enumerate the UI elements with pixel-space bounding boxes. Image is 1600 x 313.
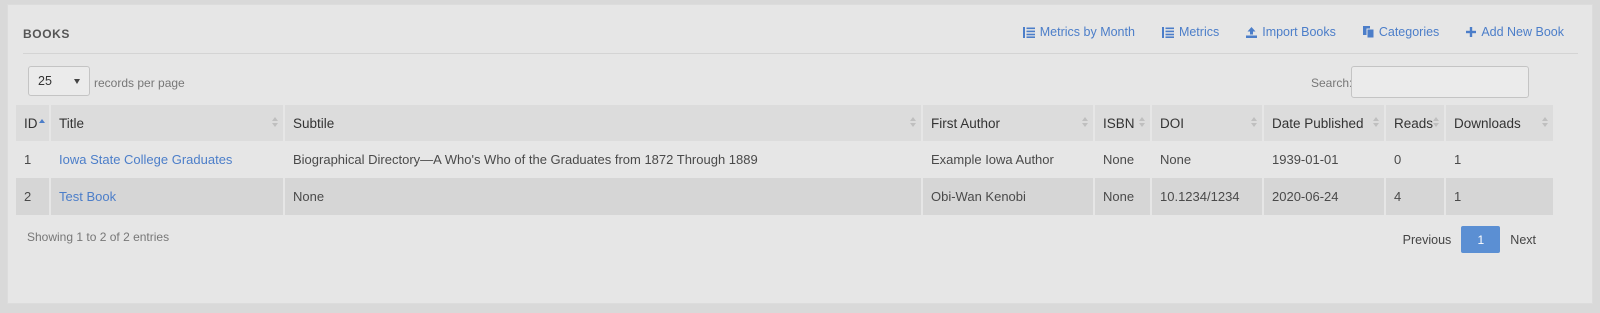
cell-downloads: 1 <box>1445 141 1553 178</box>
metrics-label: Metrics <box>1178 25 1220 39</box>
cell-reads: 0 <box>1385 141 1446 178</box>
page-title: BOOKS <box>23 27 71 41</box>
table-info: Showing 1 to 2 of 2 entries <box>27 230 170 244</box>
cell-isbn: None <box>1094 141 1152 178</box>
panel-header: BOOKS Metrics by Month Metrics Import Bo… <box>23 5 1578 54</box>
chevron-down-icon <box>74 79 80 84</box>
table-row: 2 Test Book None Obi-Wan Kenobi None 10.… <box>16 178 1553 215</box>
sort-icon <box>272 117 278 129</box>
cell-date-published: 1939-01-01 <box>1263 141 1386 178</box>
list-icon <box>1022 26 1035 38</box>
sort-icon <box>1373 117 1379 129</box>
records-per-page-value: 25 <box>38 74 52 88</box>
column-header-downloads[interactable]: Downloads <box>1445 105 1553 141</box>
sort-icon <box>1433 117 1439 129</box>
cell-isbn: None <box>1094 178 1152 215</box>
cell-id: 2 <box>16 178 51 215</box>
sort-asc-icon <box>38 118 45 123</box>
records-per-page-label: records per page <box>94 76 185 90</box>
upload-icon <box>1246 26 1258 38</box>
column-header-subtitle[interactable]: Subtile <box>284 105 923 141</box>
header-actions: Metrics by Month Metrics Import Books Ca… <box>1022 25 1564 39</box>
sort-icon <box>1542 117 1548 129</box>
cell-doi: None <box>1151 141 1264 178</box>
sort-icon <box>910 117 916 129</box>
import-books-label: Import Books <box>1262 25 1336 39</box>
cell-downloads: 1 <box>1445 178 1553 215</box>
column-header-isbn[interactable]: ISBN <box>1094 105 1152 141</box>
categories-label: Categories <box>1378 25 1440 39</box>
cell-doi: 10.1234/1234 <box>1151 178 1264 215</box>
search-input[interactable] <box>1351 66 1529 98</box>
cell-reads: 4 <box>1385 178 1446 215</box>
categories-button[interactable]: Categories <box>1362 25 1440 39</box>
page-1-button[interactable]: 1 <box>1461 226 1501 253</box>
column-header-date-published[interactable]: Date Published <box>1263 105 1386 141</box>
metrics-by-month-button[interactable]: Metrics by Month <box>1022 25 1135 39</box>
sort-icon <box>1082 117 1088 129</box>
book-title-link[interactable]: Iowa State College Graduates <box>59 152 232 167</box>
books-table: ID Title Subtile First Author ISBN DOI D… <box>16 105 1553 215</box>
metrics-button[interactable]: Metrics <box>1161 25 1220 39</box>
add-new-book-button[interactable]: Add New Book <box>1466 25 1564 39</box>
sort-icon <box>1139 117 1145 129</box>
next-page-button[interactable]: Next <box>1510 233 1536 247</box>
cell-id: 1 <box>16 141 51 178</box>
column-header-reads[interactable]: Reads <box>1385 105 1446 141</box>
table-header-row: ID Title Subtile First Author ISBN DOI D… <box>16 105 1553 141</box>
sort-icon <box>1251 117 1257 129</box>
records-per-page-select[interactable]: 25 <box>28 66 90 96</box>
cell-first-author: Example Iowa Author <box>922 141 1095 178</box>
list-icon <box>1161 26 1174 38</box>
search-label: Search: <box>1311 76 1353 90</box>
column-header-title[interactable]: Title <box>50 105 285 141</box>
add-new-book-label: Add New Book <box>1481 25 1564 39</box>
column-header-doi[interactable]: DOI <box>1151 105 1264 141</box>
cell-title: Iowa State College Graduates <box>50 141 285 178</box>
plus-icon <box>1466 27 1477 37</box>
import-books-button[interactable]: Import Books <box>1246 25 1336 39</box>
cell-first-author: Obi-Wan Kenobi <box>922 178 1095 215</box>
column-header-first-author[interactable]: First Author <box>922 105 1095 141</box>
cell-subtitle: Biographical Directory—A Who's Who of th… <box>284 141 923 178</box>
table-row: 1 Iowa State College Graduates Biographi… <box>16 141 1553 178</box>
cell-date-published: 2020-06-24 <box>1263 178 1386 215</box>
cell-subtitle: None <box>284 178 923 215</box>
copy-icon <box>1362 26 1374 38</box>
metrics-by-month-label: Metrics by Month <box>1039 25 1135 39</box>
column-header-id[interactable]: ID <box>16 105 51 141</box>
cell-title: Test Book <box>50 178 285 215</box>
previous-page-button[interactable]: Previous <box>1403 233 1452 247</box>
book-title-link[interactable]: Test Book <box>59 189 116 204</box>
pagination: Previous 1 Next <box>1403 226 1536 253</box>
